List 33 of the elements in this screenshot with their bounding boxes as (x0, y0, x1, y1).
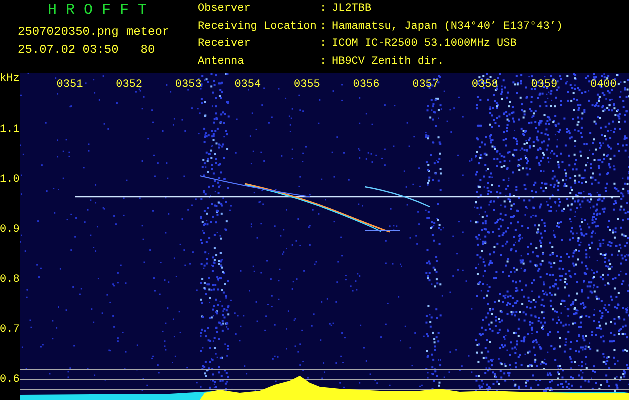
frequency-label: 0.7 (0, 324, 20, 336)
meteor-count: 80 (140, 42, 156, 59)
time-label: 0355 (294, 79, 320, 91)
file-name: 2507020350.png (18, 24, 118, 41)
time-label: 0358 (472, 79, 498, 91)
field-value: Hamamatsu, Japan (N34°40’ E137°43’) (332, 20, 564, 34)
time-label: 0356 (353, 79, 380, 91)
field-label: Receiver (198, 38, 252, 52)
time-label: 0359 (531, 79, 558, 91)
field-label: Antenna (198, 56, 246, 70)
frequency-label: 1.0 (0, 174, 20, 186)
field-value: HB9CV Zenith dir. (332, 56, 446, 70)
axis-unit: kHz (0, 73, 20, 85)
field-label: Receiving Location (198, 20, 318, 34)
field-label: Observer (198, 3, 252, 17)
timestamp: 25.07.02 03:50 (18, 42, 118, 59)
field-separator: : (320, 20, 328, 34)
app-title: HROFFT (47, 3, 158, 21)
time-label: 0357 (412, 79, 439, 91)
time-label: 0352 (116, 79, 142, 91)
field-separator: : (320, 56, 328, 70)
frequency-label: 1.1 (0, 124, 20, 136)
frequency-label: 0.9 (0, 224, 20, 236)
time-label: 0354 (234, 79, 262, 91)
time-label: 0353 (175, 79, 202, 91)
time-label: 0351 (56, 79, 84, 91)
mode-label: meteor (125, 24, 171, 41)
field-separator: : (320, 38, 328, 52)
field-value: ICOM IC-R2500 53.1000MHz USB (332, 38, 518, 52)
field-value: JL2TBB (332, 3, 373, 17)
field-separator: : (320, 3, 328, 17)
frequency-label: 0.6 (0, 374, 20, 386)
frequency-label: 0.8 (0, 274, 20, 286)
